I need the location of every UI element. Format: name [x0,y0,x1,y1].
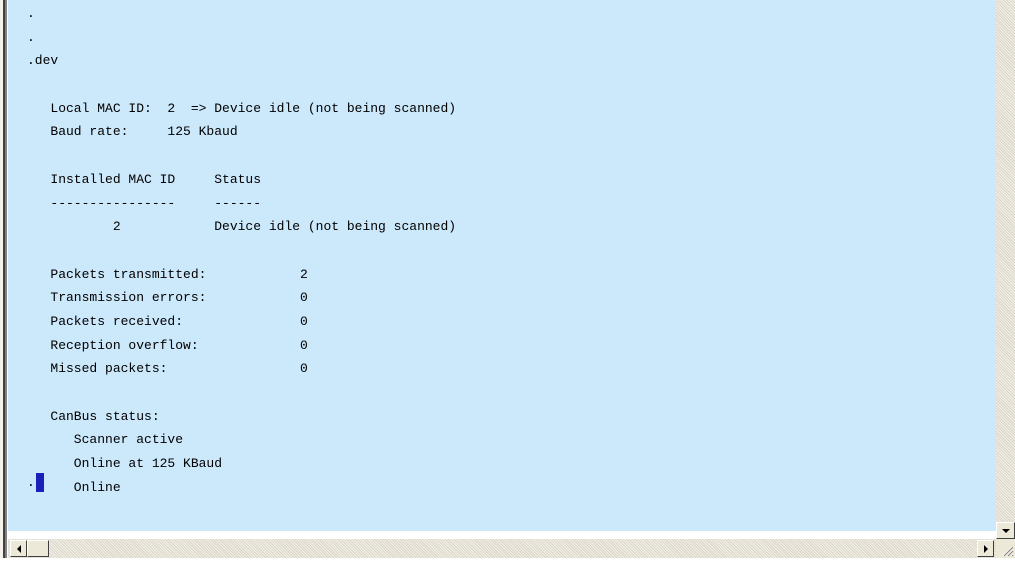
console-line: .dev [27,53,59,69]
console-line: Baud rate: 125 Kbaud [27,124,238,140]
triangle-left-icon [16,544,21,553]
console-line: Online [27,479,121,495]
console-line: Local MAC ID: 2 => Device idle (not bein… [27,100,457,116]
console-line: . [27,29,35,45]
scroll-left-button[interactable] [10,540,27,557]
console-lines: .. .dev Local MAC ID: 2 => Device idle (n… [27,2,456,499]
prompt-line[interactable]: . [27,471,44,494]
console-line: Transmission errors: 0 [27,290,308,306]
console-line: . [27,6,35,21]
window-border-shadow [5,0,7,558]
console-line: Missed packets: 0 [27,361,308,377]
terminal-window: .. .dev Local MAC ID: 2 => Device idle (n… [0,0,1015,558]
horizontal-scrollbar[interactable] [8,539,996,558]
scroll-down-button[interactable] [996,522,1015,539]
size-grip-icon[interactable] [996,539,1015,558]
vertical-scrollbar[interactable] [996,0,1015,539]
prompt-text: . [27,475,35,490]
triangle-down-icon [1001,528,1010,533]
console-line: Packets transmitted: 2 [27,266,308,282]
console-output-area[interactable]: .. .dev Local MAC ID: 2 => Device idle (n… [8,0,996,531]
horizontal-scroll-thumb[interactable] [27,540,49,557]
console-line: Reception overflow: 0 [27,337,308,353]
console-line: Packets received: 0 [27,313,308,329]
console-line: Installed MAC ID Status [27,171,262,187]
triangle-right-icon [983,544,988,553]
console-line: ---------------- ------ [27,195,262,211]
console-line: 2 Device idle (not being scanned) [27,219,457,235]
console-line: Online at 125 KBaud [27,456,223,472]
console-line: Scanner active [27,432,184,448]
console-line: CanBus status: [27,408,160,424]
scroll-right-button[interactable] [977,540,994,557]
text-cursor [35,473,44,492]
